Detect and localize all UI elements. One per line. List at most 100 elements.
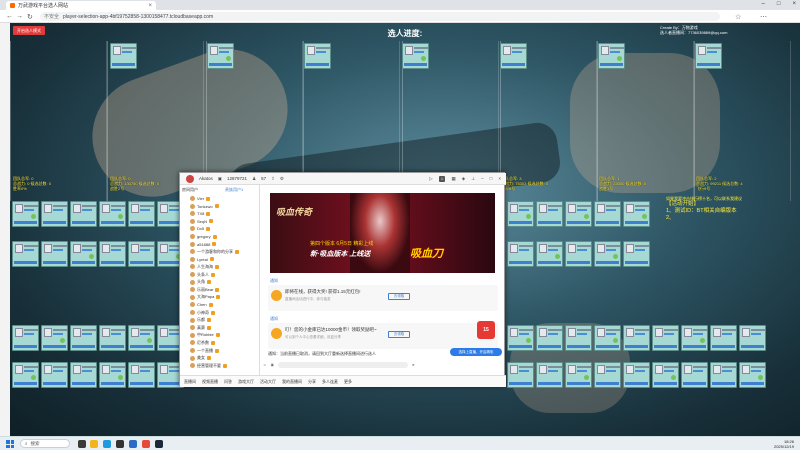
list-item[interactable]: SeqN [190,218,214,225]
ad-banner[interactable]: 吸血传奇 第四个版本 6月5日 精彩上线 新·吸血版本 上线送 吸血刀 [270,193,495,273]
list-header[interactable]: 房间用户 [182,187,198,193]
close-tab-icon[interactable]: × [148,3,156,9]
taskbar-search[interactable]: ⌕ 搜索 [20,439,70,448]
player-card[interactable] [12,201,39,227]
app-user-name[interactable]: Akatos [199,176,213,181]
windows-start-icon[interactable] [6,440,14,448]
player-card[interactable] [304,43,331,69]
close-window-icon[interactable]: × [792,1,796,7]
player-card[interactable] [41,201,68,227]
list-item[interactable]: 真赛 [190,324,211,331]
task-view-icon[interactable] [78,440,86,448]
player-card[interactable] [623,241,650,267]
list-item[interactable]: 一个游客和你的分享 [190,248,239,255]
list-item[interactable]: Lyreal [190,256,214,263]
bottom-bar-item[interactable]: 更多 [344,379,352,385]
list-item[interactable]: 头角 [190,279,211,286]
player-card[interactable] [536,241,563,267]
player-card[interactable] [12,325,39,351]
player-card[interactable] [623,325,650,351]
grid-icon[interactable]: ▦ [451,176,455,182]
player-card[interactable] [402,43,429,69]
app-icon[interactable] [142,440,150,448]
edge-browser-icon[interactable] [103,440,111,448]
player-card[interactable] [12,362,39,388]
bottom-bar-item[interactable]: 分享 [308,379,316,385]
promo-badge[interactable]: 15 [477,321,495,339]
player-card[interactable] [70,325,97,351]
player-card[interactable] [500,43,527,69]
player-card[interactable] [565,362,592,388]
list-item[interactable]: gregory [190,233,217,240]
bottom-bar-item[interactable]: 游戏大厅 [238,379,254,385]
player-card[interactable] [128,362,155,388]
player-card[interactable] [70,241,97,267]
go-live-button[interactable]: 选择上直播，开启精彩 [450,348,502,356]
file-explorer-icon[interactable] [90,440,98,448]
settings-icon[interactable]: ⚙ [280,176,284,182]
system-clock[interactable]: 18:26 2025/12/19 [774,439,794,449]
maximize-icon[interactable]: □ [490,176,493,182]
forward-icon[interactable]: → [16,13,23,20]
player-card[interactable] [41,325,68,351]
list-item[interactable]: 中Robbie [190,332,220,339]
bottom-bar-item[interactable]: 我的直播间 [282,379,302,385]
reload-icon[interactable]: ↻ [27,13,33,21]
player-card[interactable] [207,43,234,69]
list-item[interactable]: 人生海海 [190,263,219,270]
player-card[interactable] [41,362,68,388]
gamepad-icon[interactable]: ◈ [462,176,465,182]
player-card[interactable] [507,201,534,227]
player-card[interactable] [12,241,39,267]
minimize-icon[interactable]: – [481,176,484,182]
player-card[interactable] [739,362,766,388]
list-item[interactable]: TX8 [190,210,211,217]
home-icon[interactable]: ⌂ [438,175,446,182]
bottom-bar-item[interactable]: 多人连麦 [322,379,338,385]
share-icon[interactable]: ⇪ [271,176,275,182]
player-card[interactable] [70,201,97,227]
player-card[interactable] [623,362,650,388]
player-card[interactable] [507,325,534,351]
image-icon[interactable]: ▣ [271,363,274,367]
player-card[interactable] [110,43,137,69]
list-item[interactable]: Tonkzwo [190,203,219,210]
player-card[interactable] [128,325,155,351]
close-icon[interactable]: × [498,176,501,182]
list-item[interactable]: 小神奇 [190,309,215,316]
app-icon[interactable] [129,440,137,448]
player-card[interactable] [99,201,126,227]
bottom-bar-item[interactable]: 直播间 [184,379,196,385]
list-header-vip[interactable]: 贵族用户1 [225,187,243,193]
player-card[interactable] [623,201,650,227]
back-icon[interactable]: ← [6,13,13,20]
player-card[interactable] [70,362,97,388]
player-card[interactable] [565,241,592,267]
chat-input[interactable] [277,361,408,368]
player-card[interactable] [565,201,592,227]
minimize-icon[interactable]: – [762,1,765,7]
url-field[interactable]: 不安全 player-selection-app-4bf19752858-130… [40,12,720,21]
list-item[interactable]: 尼杀数 [190,339,215,346]
player-card[interactable] [652,362,679,388]
list-item[interactable]: 头条人 [190,271,215,278]
player-card[interactable] [594,201,621,227]
bottom-bar-item[interactable]: 问答 [224,379,232,385]
bottom-bar-item[interactable]: 活动大厅 [260,379,276,385]
app-icon[interactable] [116,440,124,448]
player-card[interactable] [652,325,679,351]
player-card[interactable] [536,325,563,351]
list-item[interactable]: 美女 [190,355,211,362]
player-card[interactable] [710,362,737,388]
player-card[interactable] [128,201,155,227]
maximize-icon[interactable]: □ [777,1,781,7]
video-icon[interactable]: ▷ [429,176,432,182]
player-card[interactable] [681,362,708,388]
player-card[interactable] [99,362,126,388]
player-card[interactable] [681,325,708,351]
list-item[interactable]: Vier [190,195,211,202]
list-item[interactable]: 经营管理不要 [190,362,227,369]
player-card[interactable] [99,241,126,267]
list-item[interactable]: 大海Papa [190,294,221,301]
list-item[interactable]: Dx5 [190,225,211,232]
